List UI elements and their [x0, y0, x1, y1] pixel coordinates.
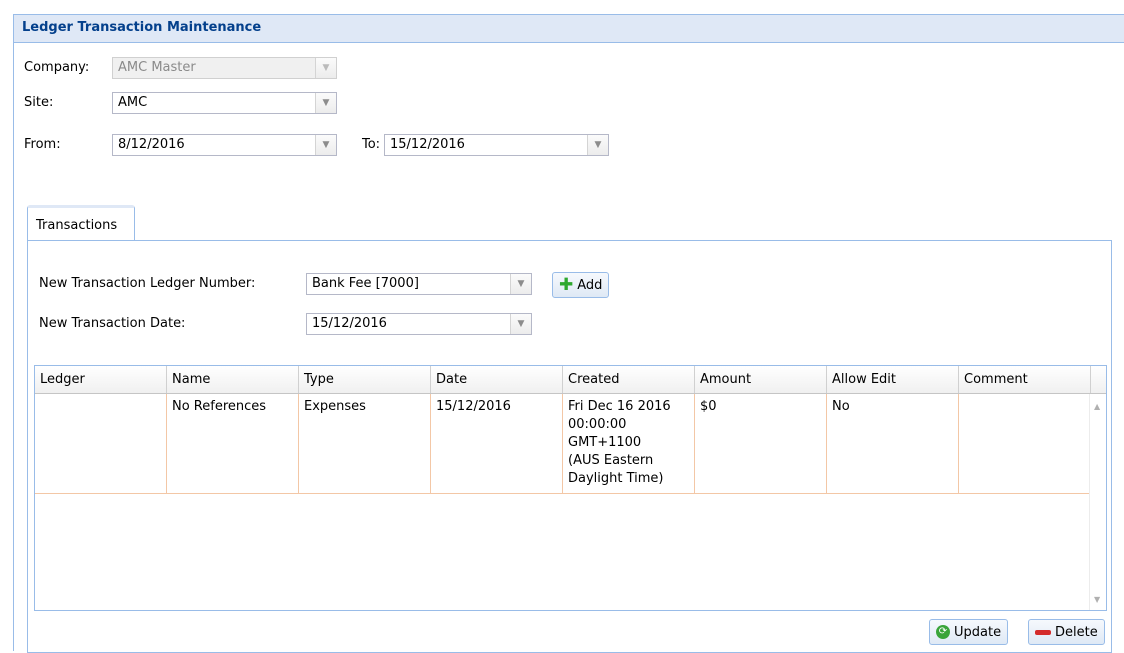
to-date-field[interactable]: 15/12/2016 ▼ — [384, 134, 609, 156]
column-header-type[interactable]: Type — [299, 366, 431, 393]
chevron-down-icon[interactable]: ▼ — [587, 135, 608, 155]
update-button[interactable]: ⟳ Update — [929, 619, 1009, 645]
chevron-down-icon[interactable]: ▼ — [510, 274, 531, 294]
grid-scrollbar[interactable]: ▲ ▼ — [1089, 394, 1106, 610]
chevron-down-icon[interactable]: ▼ — [315, 135, 336, 155]
cell-date: 15/12/2016 — [431, 394, 563, 493]
refresh-icon: ⟳ — [936, 625, 950, 639]
new-ledger-label: New Transaction Ledger Number: — [39, 276, 256, 291]
new-date-value: 15/12/2016 — [312, 316, 387, 331]
cell-allow-edit: No — [827, 394, 959, 493]
column-header-ledger[interactable]: Ledger — [35, 366, 167, 393]
created-line: (AUS Eastern — [568, 453, 654, 468]
new-date-field[interactable]: 15/12/2016 ▼ — [306, 313, 532, 335]
new-ledger-select[interactable]: Bank Fee [7000] ▼ — [306, 273, 532, 295]
delete-button-label: Delete — [1055, 624, 1098, 640]
transactions-grid: Ledger Name Type Date Created Amount All… — [34, 365, 1107, 611]
cell-created: Fri Dec 16 2016 00:00:00 GMT+1100 (AUS E… — [563, 394, 695, 493]
column-header-allow-edit[interactable]: Allow Edit — [827, 366, 959, 393]
company-value: AMC Master — [118, 60, 196, 75]
cell-amount: $0 — [695, 394, 827, 493]
plus-icon: ✚ — [559, 275, 574, 295]
company-select: AMC Master ▼ — [112, 57, 337, 79]
grid-header: Ledger Name Type Date Created Amount All… — [35, 366, 1106, 394]
created-line: Fri Dec 16 2016 — [568, 399, 671, 414]
ledger-transaction-panel: Ledger Transaction Maintenance Company: … — [13, 14, 1124, 653]
chevron-down-icon[interactable]: ▼ — [315, 93, 336, 113]
cell-type: Expenses — [299, 394, 431, 493]
scroll-up-icon[interactable]: ▲ — [1094, 402, 1100, 411]
site-select[interactable]: AMC ▼ — [112, 92, 337, 114]
company-label: Company: — [24, 60, 90, 75]
column-header-created[interactable]: Created — [563, 366, 695, 393]
from-label: From: — [24, 137, 61, 152]
table-row[interactable]: No References Expenses 15/12/2016 Fri De… — [35, 394, 1091, 494]
cell-ledger — [35, 394, 167, 493]
panel-body: Company: AMC Master ▼ Site: AMC ▼ From: … — [14, 43, 1124, 653]
to-label: To: — [362, 137, 381, 152]
delete-button[interactable]: Delete — [1028, 619, 1105, 645]
from-date-value: 8/12/2016 — [118, 137, 185, 152]
created-line: 00:00:00 — [568, 417, 627, 432]
add-button-label: Add — [577, 277, 603, 293]
update-button-label: Update — [954, 624, 1002, 640]
new-date-label: New Transaction Date: — [39, 316, 186, 331]
add-button[interactable]: ✚ Add — [552, 272, 610, 298]
cell-name: No References — [167, 394, 299, 493]
tab-transactions[interactable]: Transactions — [27, 205, 135, 241]
column-header-comment[interactable]: Comment — [959, 366, 1091, 393]
cell-comment — [959, 394, 1091, 493]
chevron-down-icon: ▼ — [315, 58, 336, 78]
from-date-field[interactable]: 8/12/2016 ▼ — [112, 134, 337, 156]
column-header-date[interactable]: Date — [431, 366, 563, 393]
site-value: AMC — [118, 95, 148, 110]
chevron-down-icon[interactable]: ▼ — [510, 314, 531, 334]
column-header-name[interactable]: Name — [167, 366, 299, 393]
column-header-amount[interactable]: Amount — [695, 366, 827, 393]
created-line: Daylight Time) — [568, 471, 664, 486]
created-line: GMT+1100 — [568, 435, 642, 450]
to-date-value: 15/12/2016 — [390, 137, 465, 152]
panel-title: Ledger Transaction Maintenance — [14, 15, 1124, 43]
new-ledger-value: Bank Fee [7000] — [312, 276, 419, 291]
scroll-down-icon[interactable]: ▼ — [1094, 595, 1100, 604]
tab-label: Transactions — [36, 218, 118, 233]
site-label: Site: — [24, 95, 54, 110]
minus-icon — [1035, 629, 1051, 635]
